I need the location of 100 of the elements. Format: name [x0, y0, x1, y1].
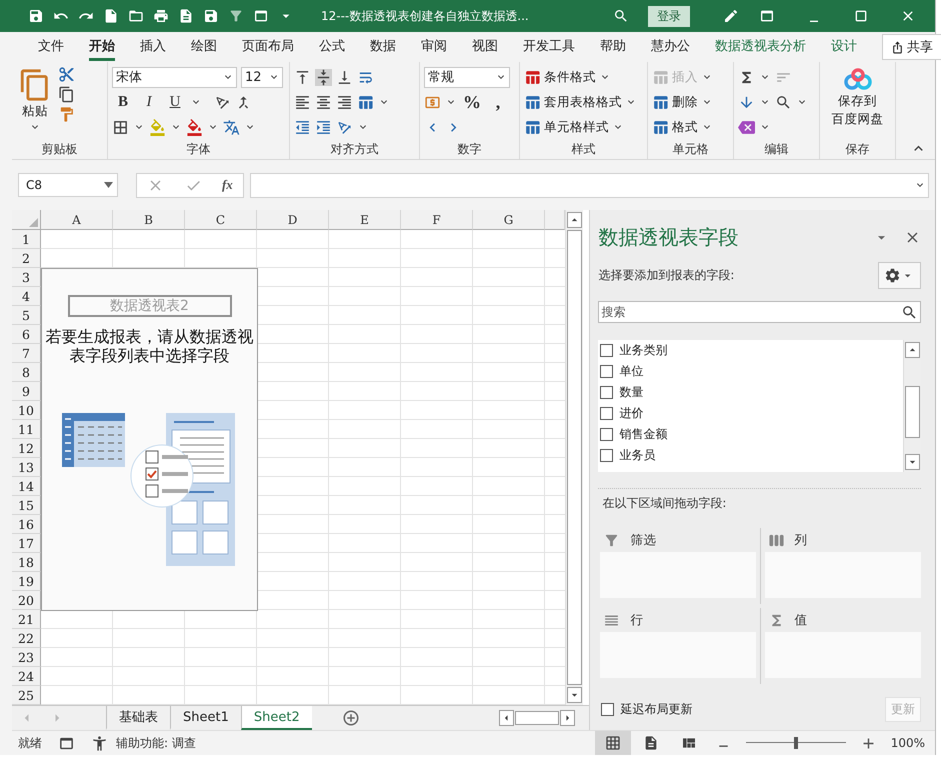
phonetic-icon[interactable]: [223, 118, 240, 136]
filter-icon[interactable]: [228, 8, 244, 24]
field-item[interactable]: 数量: [600, 382, 901, 403]
name-box[interactable]: C8: [18, 173, 118, 197]
checkbox[interactable]: [601, 702, 614, 716]
save-icon[interactable]: [28, 8, 44, 24]
scissors-icon[interactable]: [58, 66, 75, 83]
sheet-tab[interactable]: Sheet2: [240, 706, 312, 730]
font-style-button[interactable]: I: [138, 94, 160, 110]
align-middle-icon[interactable]: [315, 68, 332, 86]
font-style-button[interactable]: U: [164, 94, 186, 110]
scroll-thumb[interactable]: [905, 386, 920, 438]
field-item[interactable]: 销售金额: [600, 424, 901, 445]
scroll-right-icon[interactable]: [560, 710, 576, 726]
search-icon[interactable]: [613, 8, 629, 24]
align-left-icon[interactable]: [294, 94, 311, 110]
checkbox[interactable]: [600, 386, 614, 399]
scroll-down-icon[interactable]: [905, 454, 920, 470]
row-header[interactable]: 18: [12, 553, 41, 572]
slider-thumb[interactable]: [794, 737, 798, 749]
indent-decrease-icon[interactable]: [294, 118, 311, 136]
font-name-select[interactable]: 宋体: [112, 66, 237, 88]
row-header[interactable]: 9: [12, 382, 41, 401]
column-header[interactable]: F: [401, 210, 473, 230]
row-header[interactable]: 12: [12, 439, 41, 458]
column-header[interactable]: G: [473, 210, 545, 230]
row-header[interactable]: 4: [12, 287, 41, 306]
ribbon-tab[interactable]: 数据: [370, 33, 396, 61]
checkbox[interactable]: [600, 365, 614, 378]
style-command[interactable]: 条件格式: [524, 66, 643, 88]
row-header[interactable]: 24: [12, 667, 41, 686]
new-file-icon[interactable]: [103, 8, 119, 24]
ribbon-tab[interactable]: 开发工具: [523, 33, 575, 61]
row-header[interactable]: 6: [12, 325, 41, 344]
row-header[interactable]: 2: [12, 249, 41, 268]
sign-in-button[interactable]: 登录: [648, 6, 690, 26]
row-header[interactable]: 15: [12, 496, 41, 515]
cells-command[interactable]: 格式: [652, 116, 729, 138]
row-header[interactable]: 20: [12, 591, 41, 610]
ribbon-tab[interactable]: 视图: [472, 33, 498, 61]
field-item[interactable]: 业务类别: [600, 340, 901, 361]
row-header[interactable]: 25: [12, 686, 41, 705]
number-format-select[interactable]: 常规: [424, 66, 510, 88]
fill-color-icon[interactable]: [149, 118, 166, 136]
row-header[interactable]: 21: [12, 610, 41, 629]
scroll-up-icon[interactable]: [905, 342, 920, 358]
row-header[interactable]: 11: [12, 420, 41, 439]
row-header[interactable]: 5: [12, 306, 41, 325]
field-item[interactable]: 单位: [600, 361, 901, 382]
checkbox[interactable]: [600, 428, 614, 441]
scroll-up-icon[interactable]: [567, 212, 582, 228]
ribbon-tab[interactable]: 帮助: [600, 33, 626, 61]
row-header[interactable]: 8: [12, 363, 41, 382]
font-size-select[interactable]: 12: [241, 66, 283, 88]
row-header[interactable]: 13: [12, 458, 41, 477]
search-icon[interactable]: [775, 94, 792, 110]
ribbon-tab[interactable]: 文件: [38, 33, 64, 61]
number-style-button[interactable]: ,: [487, 92, 509, 112]
field-item[interactable]: 进价: [600, 403, 901, 424]
row-header[interactable]: 16: [12, 515, 41, 534]
pen-icon[interactable]: [723, 8, 739, 24]
checkbox[interactable]: [600, 344, 614, 357]
formula-input[interactable]: [250, 172, 929, 198]
save-to-cloud-button[interactable]: 保存到 百度网盘: [830, 66, 886, 141]
row-header[interactable]: 23: [12, 648, 41, 667]
search-field[interactable]: 搜索: [598, 301, 921, 323]
insert-function-button[interactable]: fx: [222, 177, 233, 193]
scroll-thumb[interactable]: [515, 711, 560, 725]
font-color-icon[interactable]: [186, 118, 203, 136]
row-header[interactable]: 1: [12, 230, 41, 249]
scroll-thumb[interactable]: [567, 230, 582, 685]
ribbon-tab[interactable]: 公式: [319, 33, 345, 61]
column-header[interactable]: C: [185, 210, 257, 230]
field-settings-button[interactable]: [878, 262, 921, 289]
accessibility-icon[interactable]: [91, 734, 108, 752]
column-header[interactable]: A: [41, 210, 113, 230]
ribbon-tab[interactable]: 绘图: [191, 33, 217, 61]
ribbon-tab[interactable]: 页面布局: [242, 33, 294, 61]
row-header[interactable]: 19: [12, 572, 41, 591]
field-item[interactable]: 业务员: [600, 445, 901, 466]
vertical-scrollbar[interactable]: [565, 210, 583, 705]
ribbon-tab[interactable]: 设计: [831, 33, 857, 61]
document-icon[interactable]: [178, 8, 194, 24]
checkbox[interactable]: [600, 407, 614, 420]
row-header[interactable]: 7: [12, 344, 41, 363]
style-command[interactable]: 套用表格格式: [524, 91, 643, 113]
scroll-down-icon[interactable]: [567, 687, 582, 703]
column-header[interactable]: E: [329, 210, 401, 230]
share-button[interactable]: 共享: [882, 34, 941, 60]
borders-icon[interactable]: [112, 118, 129, 136]
row-header[interactable]: 17: [12, 534, 41, 553]
number-style-button[interactable]: %: [461, 92, 483, 112]
accessibility-status[interactable]: 辅助功能: 调查: [116, 734, 196, 752]
row-header[interactable]: 22: [12, 629, 41, 648]
printer-icon[interactable]: [153, 8, 169, 24]
row-header[interactable]: 3: [12, 268, 41, 287]
align-center-icon[interactable]: [315, 94, 332, 110]
ribbon-tab[interactable]: 慧办公: [651, 33, 690, 61]
column-header[interactable]: D: [257, 210, 329, 230]
checkbox[interactable]: [600, 449, 614, 462]
